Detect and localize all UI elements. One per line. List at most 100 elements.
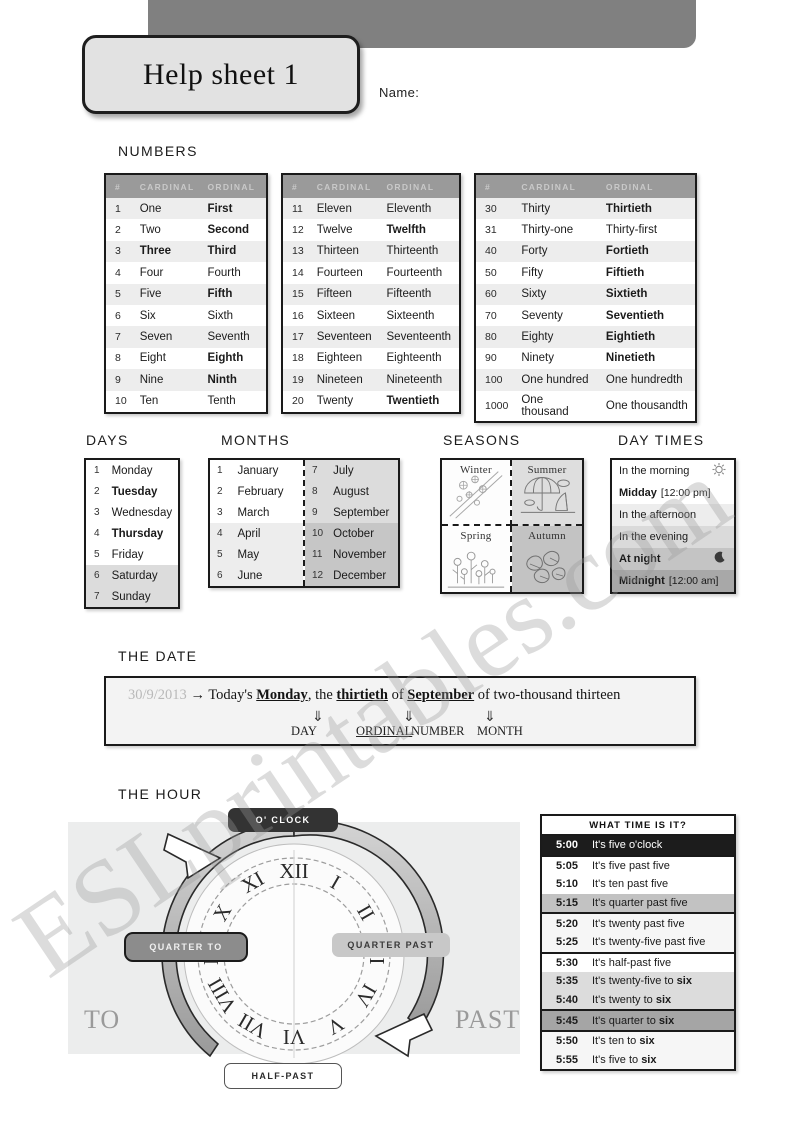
table-row: 19 Nineteen Nineteenth [283,369,459,391]
roman-numeral: VI [283,1025,305,1049]
season-name: Spring [460,530,492,542]
time-row: 5:50 It's ten to six [542,1029,734,1051]
time-value: 5:50 [555,1035,579,1048]
page-title: Help sheet 1 [143,57,299,91]
cell-ordinal: Third [198,240,266,263]
time-phrase: It's twenty to six [592,994,672,1007]
time-row: 5:55 It's five to six [542,1050,734,1070]
roman-numeral: XII [279,859,308,883]
cell-index: 6 [86,565,104,586]
cell-cardinal: Thirty [512,198,597,220]
table-row: 90 Ninety Ninetieth [476,348,695,369]
cell-cardinal: Sixteen [316,309,356,322]
date-numeric: 30/9/2013 [128,687,187,703]
cell-index: 31 [485,224,497,237]
cell-cardinal: Fourteen [316,266,363,279]
cell-index: 50 [485,266,497,279]
cell-index: 1 [217,465,223,476]
cell-label: Monday [111,464,153,477]
date-mid2: of [391,687,404,703]
cell-cardinal: Seventy [521,309,563,322]
months-column-left: 1 January 2 February 3 March 4 April 5 May 6 June [210,460,305,586]
cell-index: 90 [485,352,497,365]
time-value: 5:15 [555,897,579,910]
day-time-item: Midnight [12:00 am] [612,570,734,592]
cell-index: 13 [283,240,308,263]
time-row: 5:45 It's quarter to six [542,1009,734,1030]
section-heading-the-date: THE DATE [118,648,198,664]
cell-label: Saturday [103,565,178,586]
list-item: 7 July [305,460,398,481]
cell-ordinal: Eighteenth [386,352,442,365]
cell-index: 15 [283,283,308,305]
time-phrase: It's five past five [592,859,670,872]
list-item: 6 Saturday [86,565,178,586]
quarter-past-label: QUARTER PAST [332,933,450,957]
cell-ordinal: Fiftieth [605,266,645,279]
cell-ordinal: Fifteenth [377,283,459,305]
numbers-table-3: # CARDINAL ORDINAL 30 Thirty Thirtieth 31 Th… [474,173,697,423]
cell-label: July [326,460,398,481]
what-time-title: WHAT TIME IS IT? [542,816,734,836]
the-date-box: 30/9/2013 → Today's Monday, the thirtiet… [104,676,696,746]
cell-index: 8 [305,481,327,502]
cell-index: 60 [476,283,513,305]
table-row: 2 Two Second [106,219,266,240]
cell-index: 7 [106,326,131,348]
cell-index: 7 [305,460,327,481]
list-item: 7 Sunday [86,586,178,607]
list-item: 1 Monday [86,460,178,481]
date-label-ordinal: ORDINAL [356,724,413,738]
time-row: 5:40 It's twenty to six [542,990,734,1010]
cell-index: 1 [106,198,131,220]
cell-index: 30 [476,198,513,220]
list-item: 11 November [305,544,398,565]
time-value: 5:20 [555,917,579,930]
date-label-month: MONTH [477,724,523,738]
date-tail: of two-thousand thirteen [477,687,621,703]
cell-ordinal: Seventeenth [377,326,459,348]
cell-cardinal: One thousand [521,393,569,418]
time-value: 5:45 [555,1014,579,1027]
cell-cardinal: Nineteen [307,369,378,391]
cell-index: 6 [115,309,121,322]
what-time-is-it-table: WHAT TIME IS IT? 5:00 It's five o'clock 5:… [540,814,736,1072]
time-row: 5:30 It's half-past five [542,951,734,973]
list-item: 10 October [305,523,398,544]
time-phrase: It's ten past five [592,878,669,891]
cell-ordinal: Eightieth [596,326,695,348]
cell-label: December [326,565,398,586]
time-value: 5:55 [555,1053,579,1066]
table-row: 20 Twenty Twentieth [283,391,459,412]
cell-index: 17 [283,326,308,348]
cell-label: April [230,523,303,544]
cell-cardinal: Twelve [316,224,353,237]
list-item: 4 April [210,523,303,544]
time-value: 5:40 [555,994,579,1007]
season-spring: Spring [442,526,512,592]
cell-index: 12 [305,565,327,586]
arrow-past-head [374,1012,434,1058]
cell-index: 100 [476,369,513,391]
to-word-label: TO [84,1005,121,1034]
date-arrow: → [190,687,205,703]
list-item: 12 December [305,565,398,586]
cell-ordinal: Twelfth [386,224,426,237]
list-item: 2 Tuesday [86,481,178,502]
seasons-grid: Winter Summer Spring Autumn [440,458,584,594]
cell-label: Tuesday [111,485,158,498]
date-label-day: DAY [291,724,317,738]
cell-cardinal: Seven [130,326,199,348]
table-row: 1000 One thousand One thousandth [476,391,695,421]
cell-index: 80 [476,326,513,348]
table-row: 50 Fifty Fiftieth [476,262,695,283]
cell-ordinal: Eleventh [377,198,459,220]
col-cardinal: CARDINAL [307,175,378,198]
cell-index: 18 [292,352,304,365]
day-time-item: In the afternoon [612,504,734,526]
cell-cardinal: Eleven [307,198,378,220]
cell-ordinal: Twentieth [386,395,440,408]
days-table: 1 Monday 2 Tuesday 3 Wednesday 4 Thursday 5 Frida… [84,458,180,609]
arrow-to-head [163,832,222,880]
time-phrase: It's five o'clock [592,839,663,852]
